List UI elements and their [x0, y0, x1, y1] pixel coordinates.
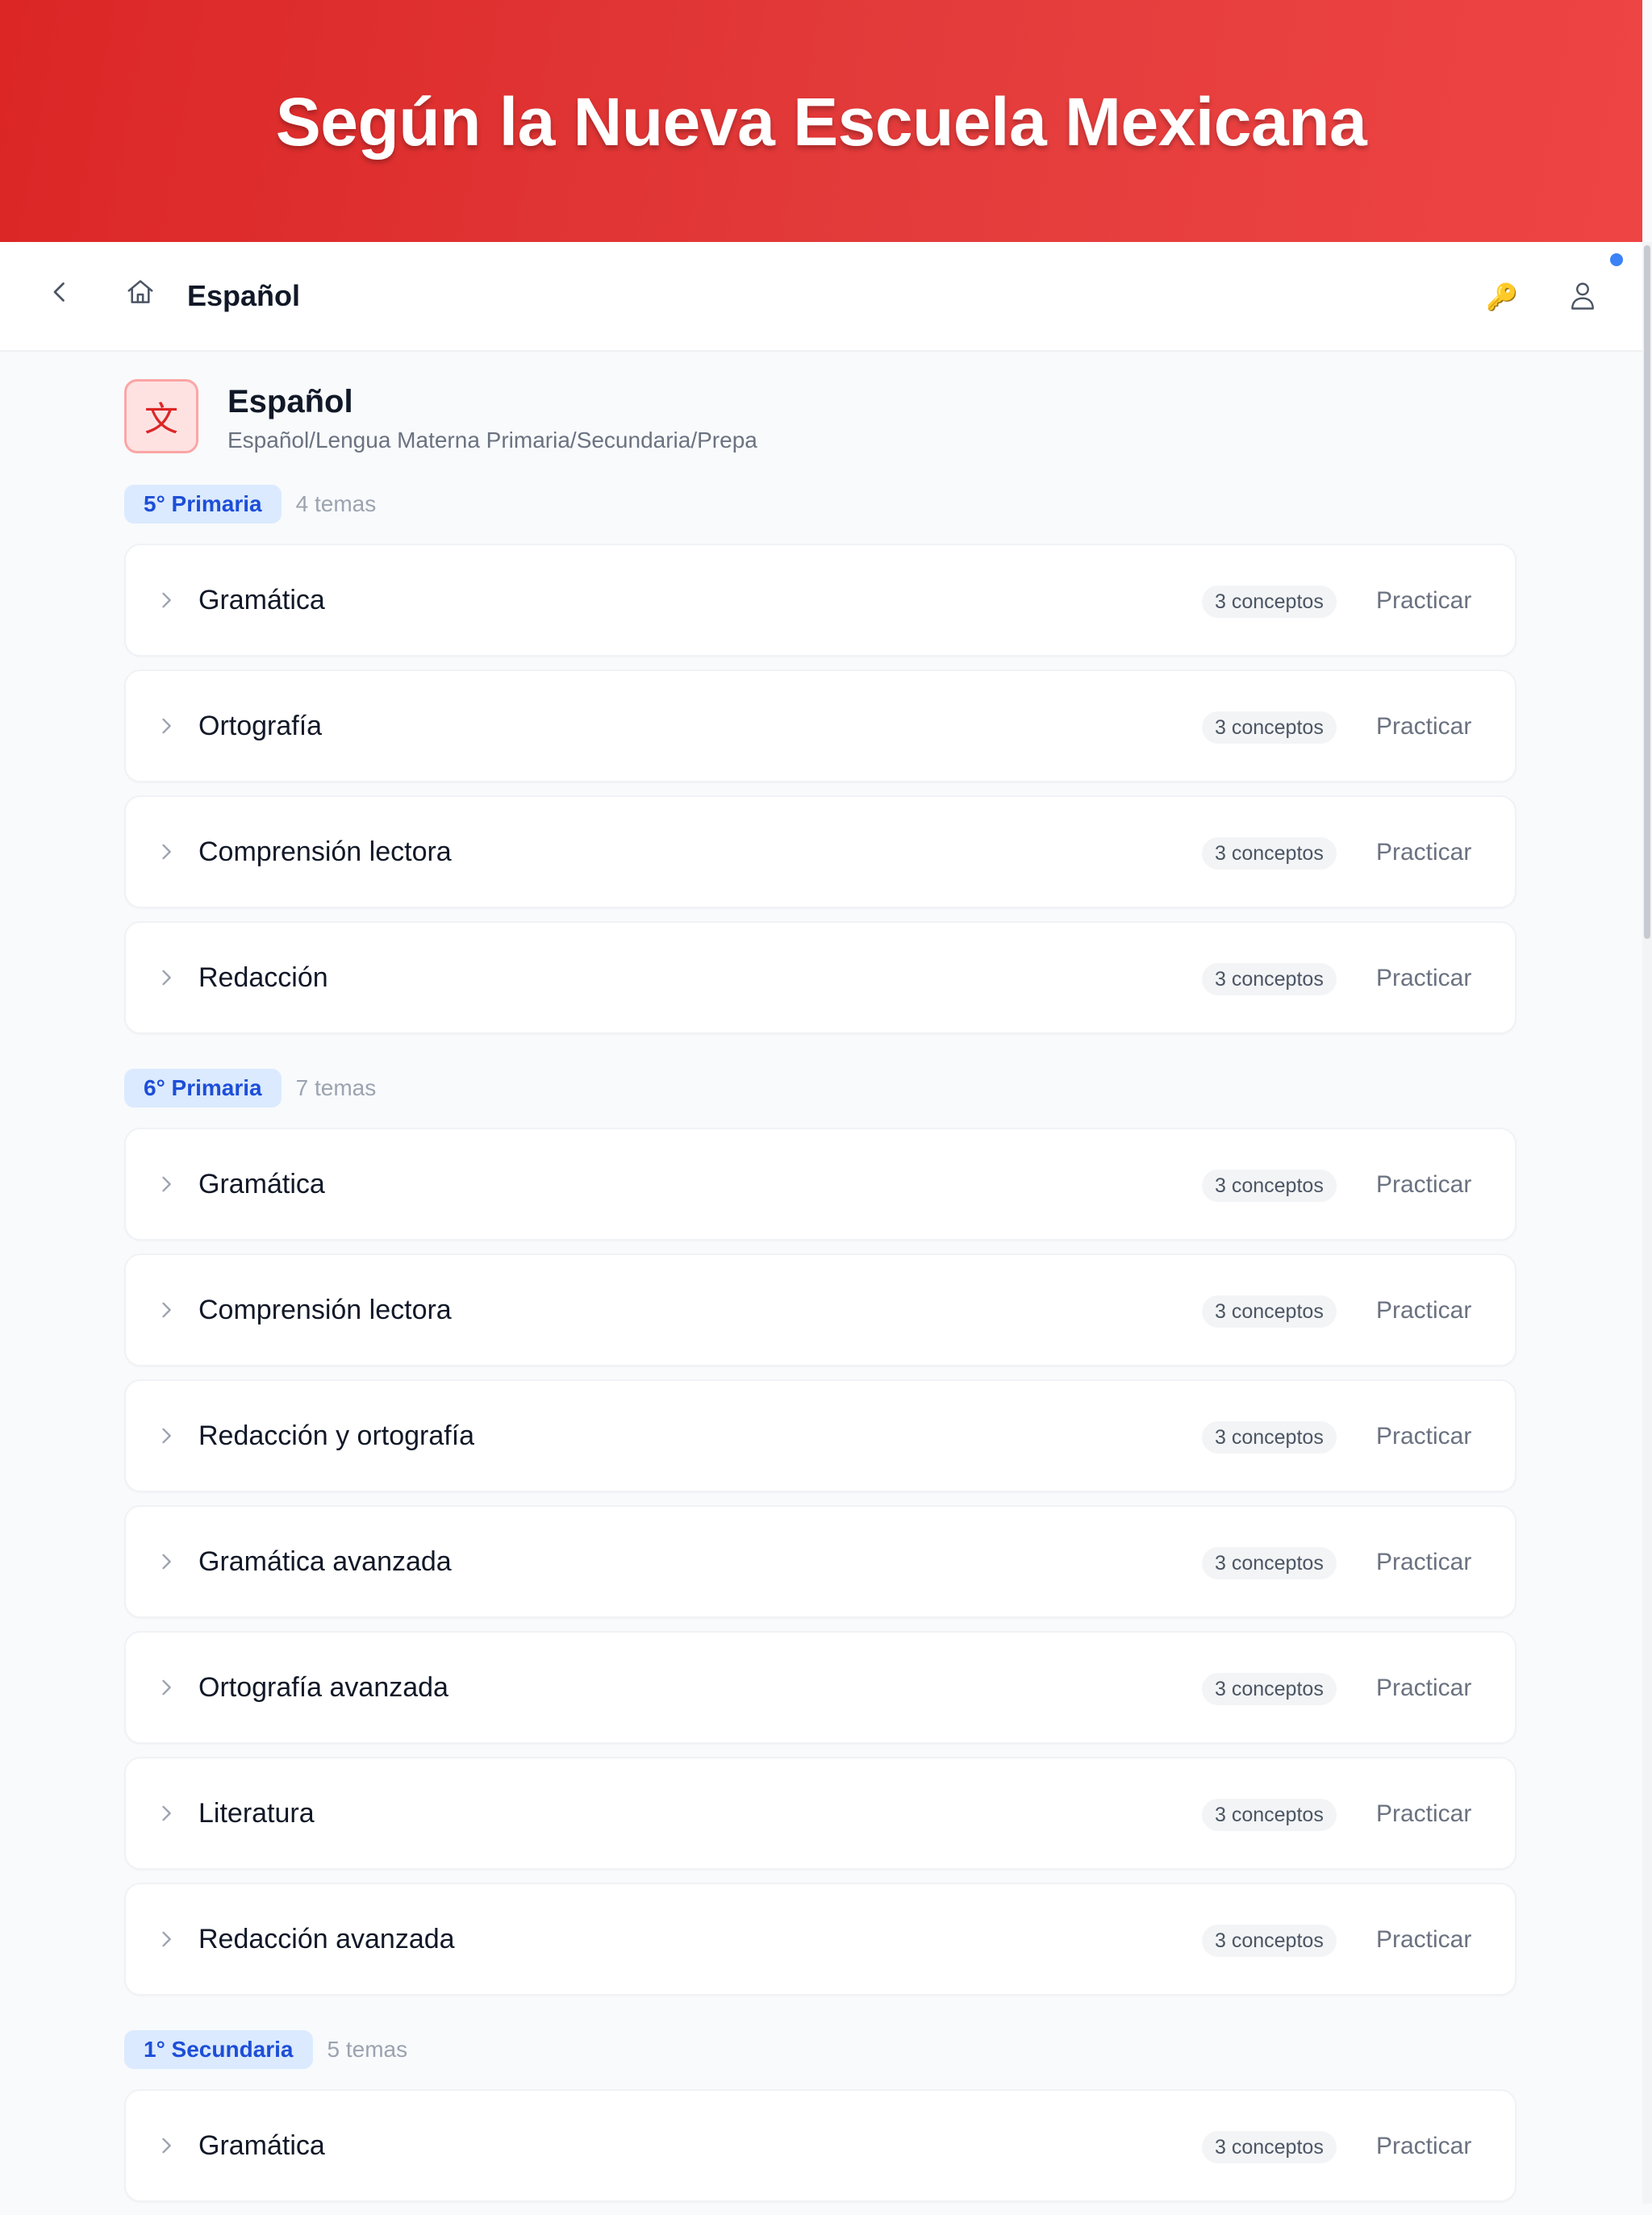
banner-title: Según la Nueva Escuela Mexicana — [275, 83, 1367, 160]
chevron-right-icon — [155, 1675, 177, 1700]
subject-name: Español — [227, 384, 353, 419]
topic-row[interactable]: Comprensión lectora 3 conceptos Practica… — [124, 1253, 1516, 1366]
chevron-right-icon — [155, 2133, 177, 2159]
concepts-badge: 3 conceptos — [1202, 1547, 1337, 1579]
concepts-badge: 3 conceptos — [1202, 586, 1337, 618]
practice-button[interactable]: Practicar — [1376, 1546, 1471, 1579]
practice-button[interactable]: Practicar — [1376, 585, 1471, 617]
concepts-badge: 3 conceptos — [1202, 1673, 1337, 1705]
practice-button[interactable]: Practicar — [1376, 1924, 1471, 1956]
chevron-right-icon — [155, 1423, 177, 1449]
chevron-right-icon — [155, 713, 177, 739]
topic-list: Gramática 3 conceptos Practicar Comprens… — [124, 1128, 1516, 1996]
topic-row[interactable]: Ortografía 3 conceptos Practicar — [124, 670, 1516, 782]
notification-dot — [1610, 253, 1623, 266]
chevron-right-icon — [155, 1171, 177, 1197]
chevron-right-icon — [155, 965, 177, 991]
chevron-right-icon — [155, 1800, 177, 1826]
practice-button[interactable]: Practicar — [1376, 711, 1471, 743]
topic-name: Comprensión lectora — [198, 1295, 452, 1325]
topic-count: 5 temas — [327, 2037, 408, 2062]
topic-list: Gramática 3 conceptos Practicar Ortograf… — [124, 544, 1516, 1034]
concepts-badge: 3 conceptos — [1202, 1925, 1337, 1957]
grade-header: 5° Primaria 4 temas — [124, 484, 1516, 524]
topic-row[interactable]: Redacción 3 conceptos Practicar — [124, 921, 1516, 1034]
practice-button[interactable]: Practicar — [1376, 1798, 1471, 1830]
concepts-badge: 3 conceptos — [1202, 963, 1337, 995]
practice-button[interactable]: Practicar — [1376, 1420, 1471, 1453]
nav-title: Español — [187, 279, 301, 312]
grade-header: 1° Secundaria 5 temas — [124, 2029, 1516, 2070]
topic-name: Redacción y ortografía — [198, 1420, 475, 1451]
chevron-right-icon — [155, 1926, 177, 1952]
topic-name: Gramática — [198, 585, 325, 615]
top-navbar: Español 🔑 — [0, 242, 1642, 352]
concepts-badge: 3 conceptos — [1202, 1799, 1337, 1831]
topic-list: Gramática 3 conceptos Practicar — [124, 2089, 1516, 2202]
topic-name: Gramática — [198, 2130, 325, 2161]
concepts-badge: 3 conceptos — [1202, 1170, 1337, 1202]
topic-row[interactable]: Gramática 3 conceptos Practicar — [124, 2089, 1516, 2202]
topic-row[interactable]: Redacción avanzada 3 conceptos Practicar — [124, 1883, 1516, 1996]
topic-name: Gramática avanzada — [198, 1546, 452, 1577]
grade-section-1-secundaria: 1° Secundaria 5 temas Gramática 3 concep… — [124, 2029, 1516, 2202]
chevron-right-icon — [155, 1549, 177, 1575]
topic-row[interactable]: Comprensión lectora 3 conceptos Practica… — [124, 795, 1516, 908]
topic-name: Ortografía avanzada — [198, 1672, 448, 1703]
chevron-right-icon — [155, 1297, 177, 1323]
topic-name: Redacción avanzada — [198, 1924, 455, 1954]
key-icon[interactable]: 🔑 — [1486, 281, 1518, 313]
topic-row[interactable]: Redacción y ortografía 3 conceptos Pract… — [124, 1379, 1516, 1492]
practice-button[interactable]: Practicar — [1376, 1295, 1471, 1327]
grade-pill: 1° Secundaria — [124, 2030, 313, 2069]
concepts-badge: 3 conceptos — [1202, 2131, 1337, 2163]
topic-row[interactable]: Gramática avanzada 3 conceptos Practicar — [124, 1505, 1516, 1618]
grade-pill: 6° Primaria — [124, 1069, 282, 1108]
topic-count: 4 temas — [295, 491, 377, 516]
practice-button[interactable]: Practicar — [1376, 2130, 1471, 2163]
topic-row[interactable]: Ortografía avanzada 3 conceptos Practica… — [124, 1631, 1516, 1744]
scrollbar[interactable] — [1642, 242, 1652, 2204]
scrollbar-thumb[interactable] — [1644, 245, 1650, 939]
practice-button[interactable]: Practicar — [1376, 1672, 1471, 1704]
topic-name: Redacción — [198, 962, 328, 993]
practice-button[interactable]: Practicar — [1376, 836, 1471, 869]
subject-header: 文 Español Español/Lengua Materna Primari… — [124, 379, 1516, 463]
subject-description: Español/Lengua Materna Primaria/Secundar… — [227, 428, 757, 453]
topic-name: Ortografía — [198, 711, 323, 741]
topic-row[interactable]: Gramática 3 conceptos Practicar — [124, 544, 1516, 657]
back-chevron-icon[interactable] — [45, 277, 74, 307]
topic-row[interactable]: Gramática 3 conceptos Practicar — [124, 1128, 1516, 1241]
chevron-right-icon — [155, 839, 177, 865]
grade-section-6-primaria: 6° Primaria 7 temas Gramática 3 concepto… — [124, 1068, 1516, 1996]
grade-pill: 5° Primaria — [124, 485, 282, 524]
practice-button[interactable]: Practicar — [1376, 962, 1471, 995]
practice-button[interactable]: Practicar — [1376, 1169, 1471, 1201]
grade-header: 6° Primaria 7 temas — [124, 1068, 1516, 1108]
main-content: 文 Español Español/Lengua Materna Primari… — [124, 379, 1516, 2215]
concepts-badge: 3 conceptos — [1202, 837, 1337, 870]
chevron-right-icon — [155, 587, 177, 613]
user-icon[interactable] — [1566, 277, 1599, 313]
topic-name: Comprensión lectora — [198, 836, 452, 867]
concepts-badge: 3 conceptos — [1202, 1295, 1337, 1328]
topic-name: Literatura — [198, 1798, 315, 1829]
topic-name: Gramática — [198, 1169, 325, 1199]
concepts-badge: 3 conceptos — [1202, 711, 1337, 744]
topic-row[interactable]: Literatura 3 conceptos Practicar — [124, 1757, 1516, 1870]
concepts-badge: 3 conceptos — [1202, 1421, 1337, 1454]
grade-section-5-primaria: 5° Primaria 4 temas Gramática 3 concepto… — [124, 484, 1516, 1034]
hero-banner: Según la Nueva Escuela Mexicana — [0, 0, 1642, 242]
topic-count: 7 temas — [295, 1075, 377, 1100]
home-icon[interactable] — [124, 276, 156, 308]
language-icon: 文 — [124, 379, 198, 453]
